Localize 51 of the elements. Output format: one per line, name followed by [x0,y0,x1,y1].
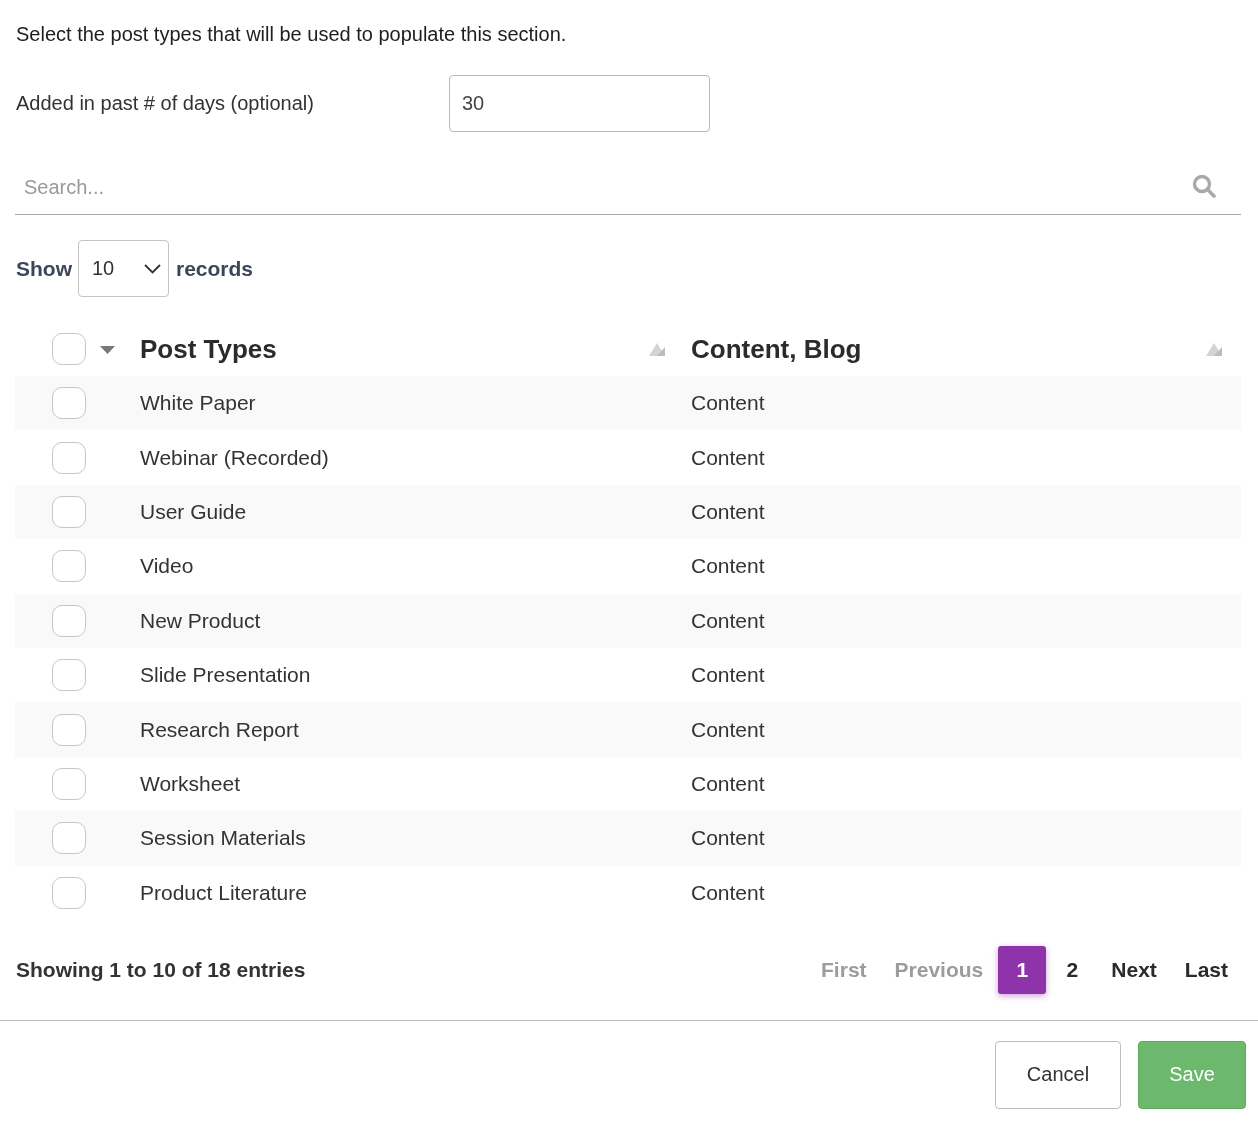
table-cell: Research Report [140,717,299,742]
days-label: Added in past # of days (optional) [15,92,315,115]
table-cell: New Product [140,608,261,633]
instruction-text: Select the post types that will be used to populate this section. [16,22,568,47]
sort-icon[interactable] [1206,342,1222,356]
checkbox[interactable] [52,441,86,474]
table-cell: Slide Presentation [140,663,311,688]
table-cell: Session Materials [140,826,306,851]
checkbox[interactable] [52,876,86,909]
caret-down-icon[interactable] [100,346,115,354]
table-cell: Content [691,608,765,633]
search-icon[interactable] [1192,174,1216,198]
page-button[interactable]: 1 [998,945,1047,994]
table-cell: Content [691,771,765,796]
checkbox[interactable] [52,767,86,800]
table-cell: Content [691,880,765,905]
checkbox[interactable] [52,333,86,365]
page-length-select[interactable]: 10 [78,240,169,297]
table-cell: Worksheet [140,771,240,796]
page-button[interactable]: Last [1171,945,1241,994]
column-header[interactable]: Post Types [140,333,277,365]
table-cell: White Paper [140,391,256,416]
checkbox[interactable] [52,387,86,420]
checkbox[interactable] [52,713,86,746]
search-field[interactable]: Search... [15,160,1241,215]
table-cell: Product Literature [140,880,307,905]
table-cell: Content [691,717,765,742]
table-cell: Content [691,445,765,470]
table-cell: Content [691,663,765,688]
days-input-field[interactable]: 30 [449,75,710,132]
checkbox[interactable] [52,822,86,855]
table-cell: Content [691,391,765,416]
column-header[interactable]: Content, Blog [691,333,862,365]
cancel-button[interactable]: Cancel [995,1040,1121,1109]
records-label: records [175,256,254,281]
table-cell: User Guide [140,499,247,524]
checkbox[interactable] [52,659,86,692]
show-label: Show [15,256,72,281]
table-cell: Content [691,826,765,851]
table-cell: Video [140,554,194,579]
sort-icon[interactable] [649,342,665,356]
table-cell: Content [691,499,765,524]
checkbox[interactable] [52,495,86,528]
chevron-down-icon [144,263,161,274]
page-button[interactable]: 2 [1048,945,1097,994]
checkbox[interactable] [52,550,86,583]
table-cell: Content [691,554,765,579]
page-button[interactable]: Next [1098,945,1170,994]
checkbox[interactable] [52,604,86,637]
table-cell: Webinar (Recorded) [140,445,329,470]
entries-info: Showing 1 to 10 of 18 entries [15,957,306,982]
